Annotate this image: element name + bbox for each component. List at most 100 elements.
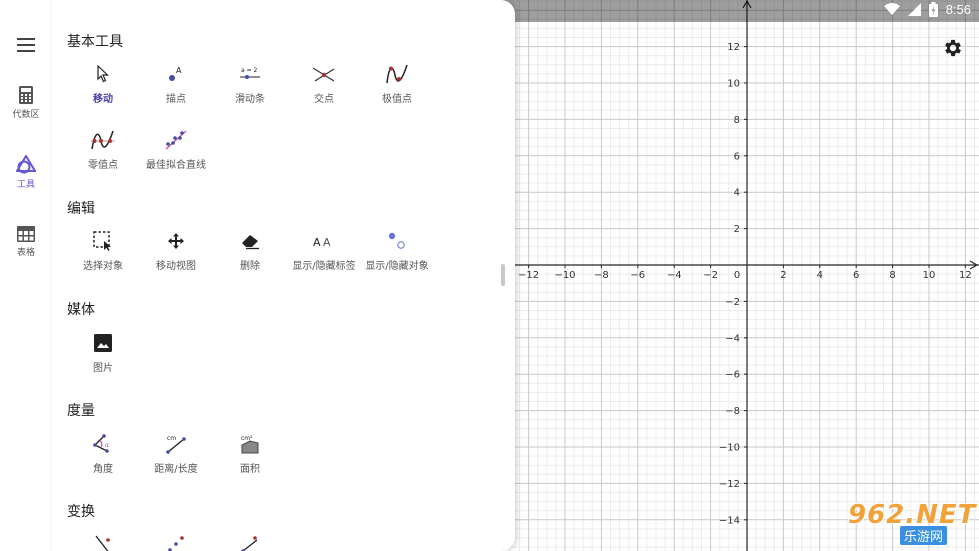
- calculator-icon: [19, 86, 33, 104]
- tool-label: 移动视图: [156, 261, 196, 272]
- rail-item-label: 代数区: [12, 110, 40, 120]
- tool-area[interactable]: cm² 面积: [213, 432, 287, 475]
- x-tick-label: 12: [959, 270, 972, 281]
- x-tick-label: 6: [853, 270, 859, 281]
- table-icon: [17, 226, 35, 242]
- point-icon: A: [169, 66, 182, 81]
- y-tick-label: 2: [734, 224, 740, 235]
- best-fit-line-icon: [165, 130, 187, 150]
- slider-icon: a = 2: [240, 67, 260, 79]
- translate-icon: [241, 536, 258, 551]
- x-tick-label: 0: [734, 270, 740, 281]
- move-cursor-icon: [97, 65, 110, 83]
- reflect-point-icon: [168, 536, 184, 551]
- svg-text:A: A: [176, 66, 182, 75]
- section-title-basic-tools: 基本工具: [67, 34, 123, 50]
- eraser-icon: [242, 235, 259, 250]
- svg-text:a = 2: a = 2: [241, 67, 258, 74]
- extremum-icon: [386, 64, 408, 84]
- x-tick-label: −4: [667, 270, 682, 281]
- y-tick-label: −12: [719, 479, 740, 490]
- svg-text:α: α: [105, 442, 109, 449]
- menu-icon: [17, 38, 35, 52]
- rail-item-algebra[interactable]: 代数区: [0, 86, 52, 120]
- tool-reflect-point[interactable]: [139, 533, 213, 551]
- watermark-subtext: 乐游网: [900, 526, 948, 545]
- tool-label: 滑动条: [235, 94, 265, 105]
- tool-label: 显示/隐藏标签: [292, 261, 356, 272]
- tool-move[interactable]: 移动: [66, 62, 140, 105]
- x-tick-label: −10: [554, 270, 575, 281]
- settings-gear-icon[interactable]: [942, 37, 964, 59]
- tool-label: 角度: [93, 464, 113, 475]
- tool-show-hide-label[interactable]: AA 显示/隐藏标签: [287, 229, 361, 272]
- reflect-line-icon: [95, 535, 110, 551]
- x-tick-label: −6: [630, 270, 645, 281]
- y-tick-label: −2: [725, 297, 740, 308]
- move-view-icon: [168, 233, 184, 249]
- area-icon: cm²: [241, 435, 259, 454]
- x-tick-label: 4: [817, 270, 823, 281]
- x-tick-label: −8: [594, 270, 609, 281]
- tool-delete[interactable]: 删除: [213, 229, 287, 272]
- x-tick-label: −2: [703, 270, 718, 281]
- y-tick-label: 4: [734, 188, 740, 199]
- rail-item-label: 表格: [16, 248, 35, 258]
- menu-button[interactable]: [0, 38, 52, 55]
- roots-icon: [91, 130, 115, 150]
- tool-angle[interactable]: α 角度: [66, 432, 140, 475]
- tool-select-objects[interactable]: 选择对象: [66, 229, 140, 272]
- y-tick-label: −4: [725, 333, 740, 344]
- show-hide-object-icon: [388, 232, 405, 249]
- svg-text:A: A: [323, 236, 331, 249]
- tool-label: 显示/隐藏对象: [365, 261, 429, 272]
- y-tick-label: 10: [727, 79, 740, 90]
- x-tick-label: −12: [518, 270, 539, 281]
- section-title-transform: 变换: [67, 504, 95, 520]
- rail-item-table[interactable]: 表格: [0, 226, 52, 258]
- distance-icon: cm: [166, 435, 186, 454]
- y-tick-label: −6: [725, 370, 740, 381]
- navigation-rail: 代数区 工具 表格: [0, 0, 52, 551]
- tool-reflect-line[interactable]: [66, 533, 140, 551]
- show-hide-label-icon: AA: [313, 236, 331, 249]
- tool-translate[interactable]: [213, 533, 287, 551]
- y-tick-label: −10: [719, 443, 740, 454]
- tool-slider[interactable]: a = 2 滑动条: [213, 62, 287, 105]
- tool-intersect[interactable]: 交点: [287, 62, 361, 105]
- tool-label: 移动: [93, 94, 113, 105]
- tool-label: 描点: [166, 94, 186, 105]
- tool-distance[interactable]: cm 距离/长度: [139, 432, 213, 475]
- x-tick-label: 10: [923, 270, 936, 281]
- panel-scrollbar[interactable]: [501, 264, 505, 286]
- y-tick-label: −8: [725, 406, 740, 417]
- tool-point[interactable]: A 描点: [139, 62, 213, 105]
- section-title-edit: 编辑: [67, 201, 95, 217]
- tool-roots[interactable]: 零值点: [66, 128, 140, 171]
- section-title-measure: 度量: [67, 403, 95, 419]
- tools-panel: 基本工具 移动 A 描点 a = 2 滑动条 交点 极值点 零值点 最佳拟合直线…: [52, 0, 515, 551]
- angle-icon: α: [93, 434, 109, 453]
- y-tick-label: 12: [727, 42, 740, 53]
- svg-text:cm: cm: [167, 435, 176, 442]
- tool-label: 零值点: [88, 160, 118, 171]
- tool-show-hide-object[interactable]: 显示/隐藏对象: [360, 229, 434, 272]
- intersect-icon: [312, 67, 335, 82]
- tool-label: 距离/长度: [154, 464, 198, 475]
- y-tick-label: −14: [719, 515, 740, 526]
- tool-extremum[interactable]: 极值点: [360, 62, 434, 105]
- tool-label: 删除: [240, 261, 260, 272]
- x-tick-label: 2: [780, 270, 786, 281]
- watermark-logo: 962.NET 乐游网: [838, 500, 975, 548]
- section-title-media: 媒体: [67, 302, 95, 318]
- geometry-tools-icon: [16, 155, 36, 174]
- rail-item-label: 工具: [16, 180, 35, 190]
- tool-label: 图片: [93, 363, 113, 374]
- rail-item-tools[interactable]: 工具: [0, 155, 52, 190]
- tool-label: 交点: [314, 94, 334, 105]
- y-tick-label: 8: [734, 115, 740, 126]
- tool-best-fit-line[interactable]: 最佳拟合直线: [139, 128, 213, 171]
- tool-move-view[interactable]: 移动视图: [139, 229, 213, 272]
- tool-image[interactable]: 图片: [66, 331, 140, 374]
- x-tick-label: 8: [889, 270, 895, 281]
